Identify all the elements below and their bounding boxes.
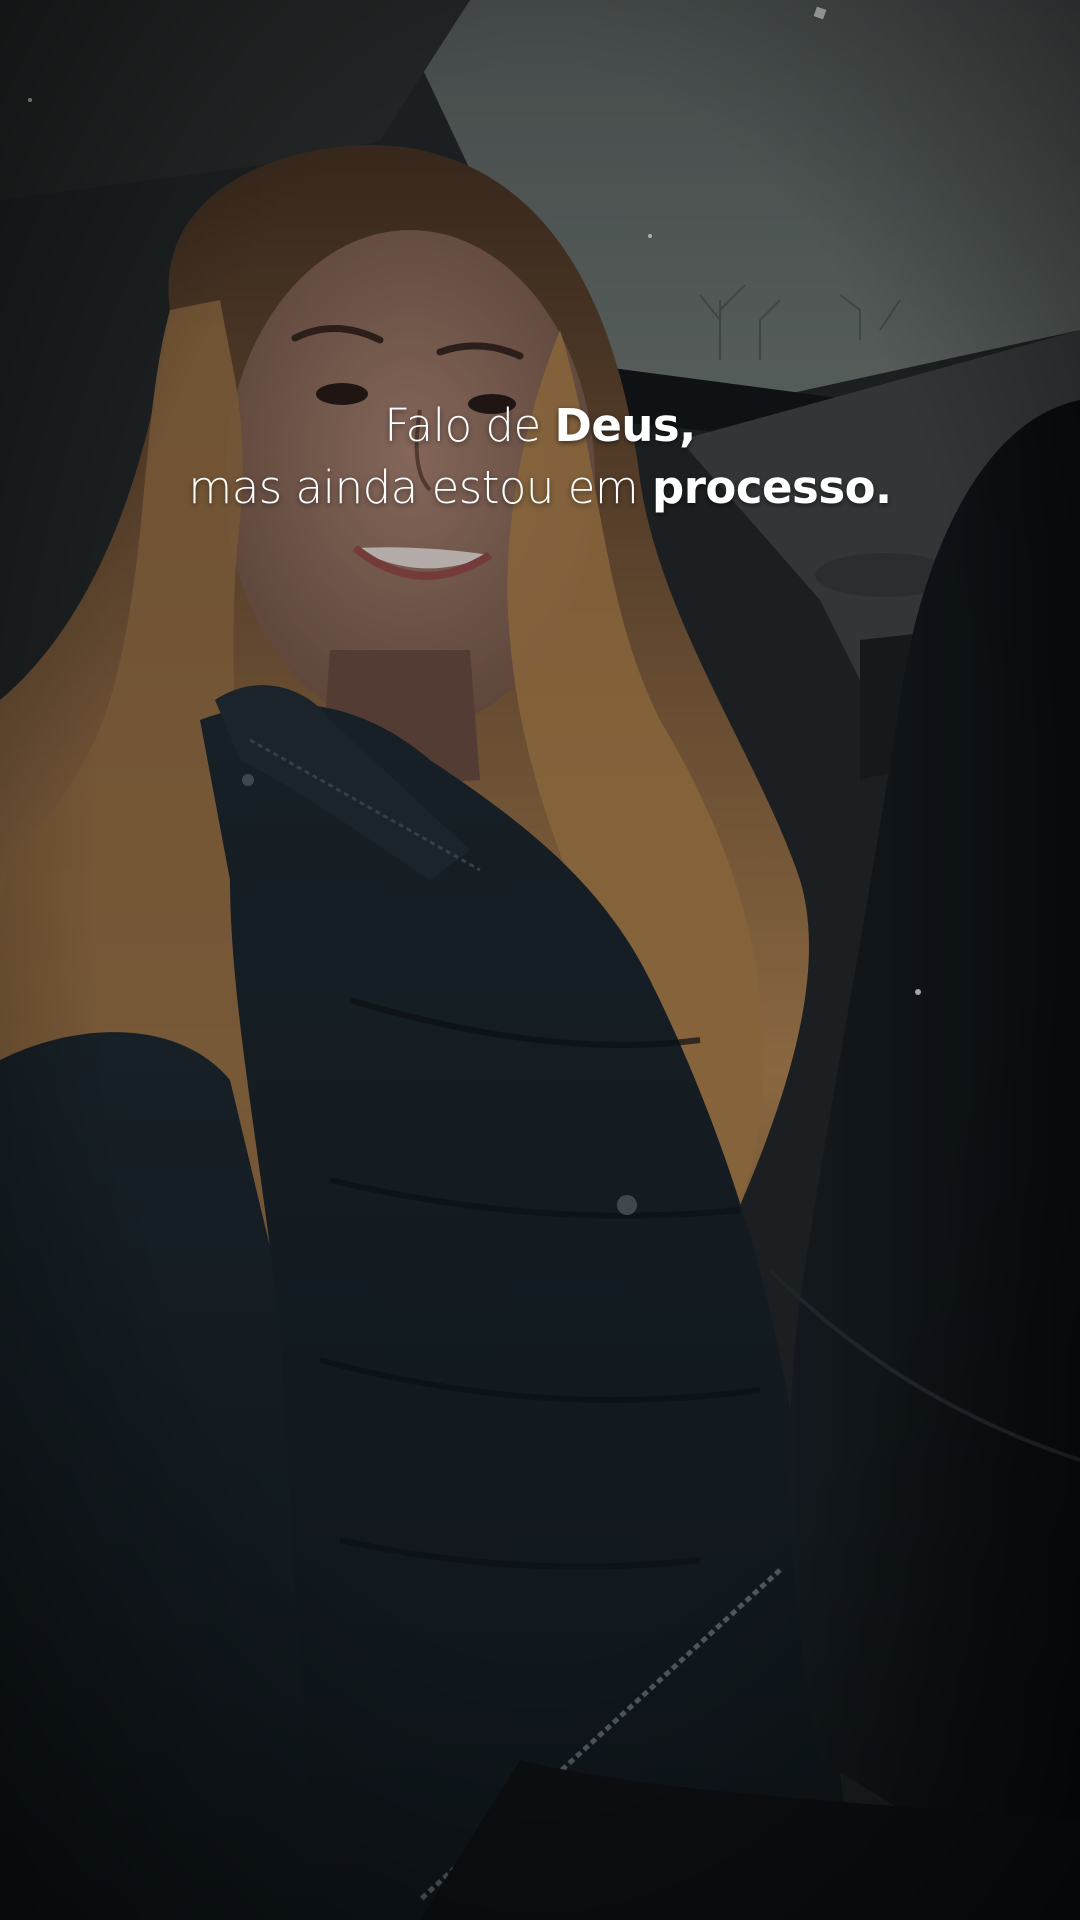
- caption-line-2-light: mas ainda estou em: [188, 461, 653, 514]
- caption-line-1-light: Falo de: [384, 399, 555, 452]
- caption-text: Falo de Deus, mas ainda estou em process…: [0, 395, 1080, 519]
- caption-line-2-bold: processo.: [652, 461, 892, 514]
- caption-line-2: mas ainda estou em processo.: [0, 457, 1080, 519]
- photo-scene: Falo de Deus, mas ainda estou em process…: [0, 0, 1080, 1920]
- caption-line-1-bold: Deus,: [554, 399, 696, 452]
- car-selfie-photo: [0, 0, 1080, 1920]
- caption-line-1: Falo de Deus,: [0, 395, 1080, 457]
